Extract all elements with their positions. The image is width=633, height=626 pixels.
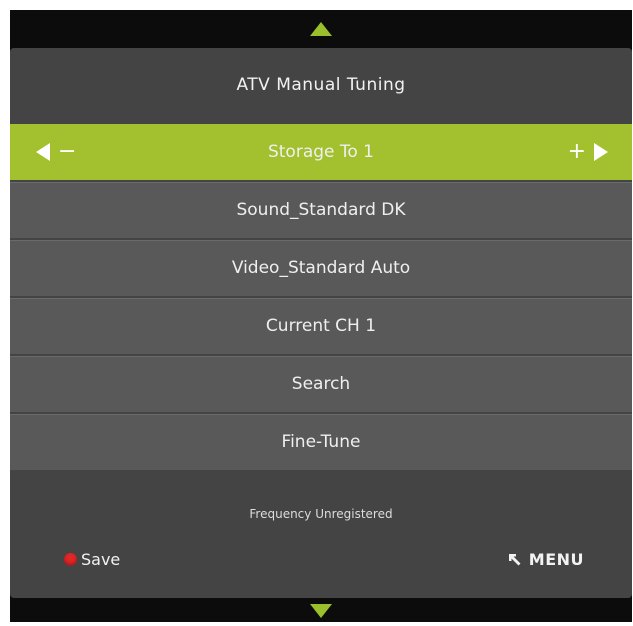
menu-item-fine-tune[interactable]: Fine-Tune bbox=[10, 414, 632, 470]
menu-list: − Storage To 1 + Sound_Standard DK Video… bbox=[10, 124, 632, 472]
menu-title: ATV Manual Tuning bbox=[236, 75, 406, 95]
minus-icon: − bbox=[58, 139, 77, 164]
menu-item-label: Storage To 1 bbox=[267, 142, 375, 162]
right-triangle-icon[interactable] bbox=[594, 143, 608, 161]
manual-tuning-panel: ATV Manual Tuning − Storage To 1 + Sound… bbox=[10, 48, 632, 598]
return-arrow-icon bbox=[508, 553, 521, 565]
menu-item-storage-to[interactable]: − Storage To 1 + bbox=[10, 124, 632, 180]
left-triangle-icon[interactable] bbox=[36, 143, 50, 161]
save-label: Save bbox=[81, 550, 121, 569]
menu-item-current-ch[interactable]: Current CH 1 bbox=[10, 298, 632, 354]
decrease-control[interactable]: − bbox=[36, 124, 76, 180]
plus-icon: + bbox=[567, 139, 586, 164]
menu-label: MENU bbox=[528, 550, 584, 569]
red-circle-icon bbox=[64, 553, 77, 566]
menu-item-sound-standard[interactable]: Sound_Standard DK bbox=[10, 182, 632, 238]
menu-item-search[interactable]: Search bbox=[10, 356, 632, 412]
increase-control[interactable]: + bbox=[568, 124, 608, 180]
osd-screen: ATV Manual Tuning − Storage To 1 + Sound… bbox=[10, 10, 632, 622]
menu-item-label: Sound_Standard DK bbox=[236, 200, 406, 220]
menu-item-label: Current CH 1 bbox=[265, 316, 377, 336]
scroll-up-icon[interactable] bbox=[310, 22, 332, 36]
frequency-status: Frequency Unregistered bbox=[249, 507, 393, 521]
scroll-down-icon[interactable] bbox=[310, 604, 332, 618]
menu-item-video-standard[interactable]: Video_Standard Auto bbox=[10, 240, 632, 296]
menu-hint[interactable]: MENU bbox=[507, 550, 584, 569]
menu-item-label: Fine-Tune bbox=[281, 432, 361, 452]
save-hint[interactable]: Save bbox=[64, 550, 120, 569]
menu-item-label: Video_Standard Auto bbox=[231, 258, 411, 278]
menu-item-label: Search bbox=[291, 374, 351, 394]
